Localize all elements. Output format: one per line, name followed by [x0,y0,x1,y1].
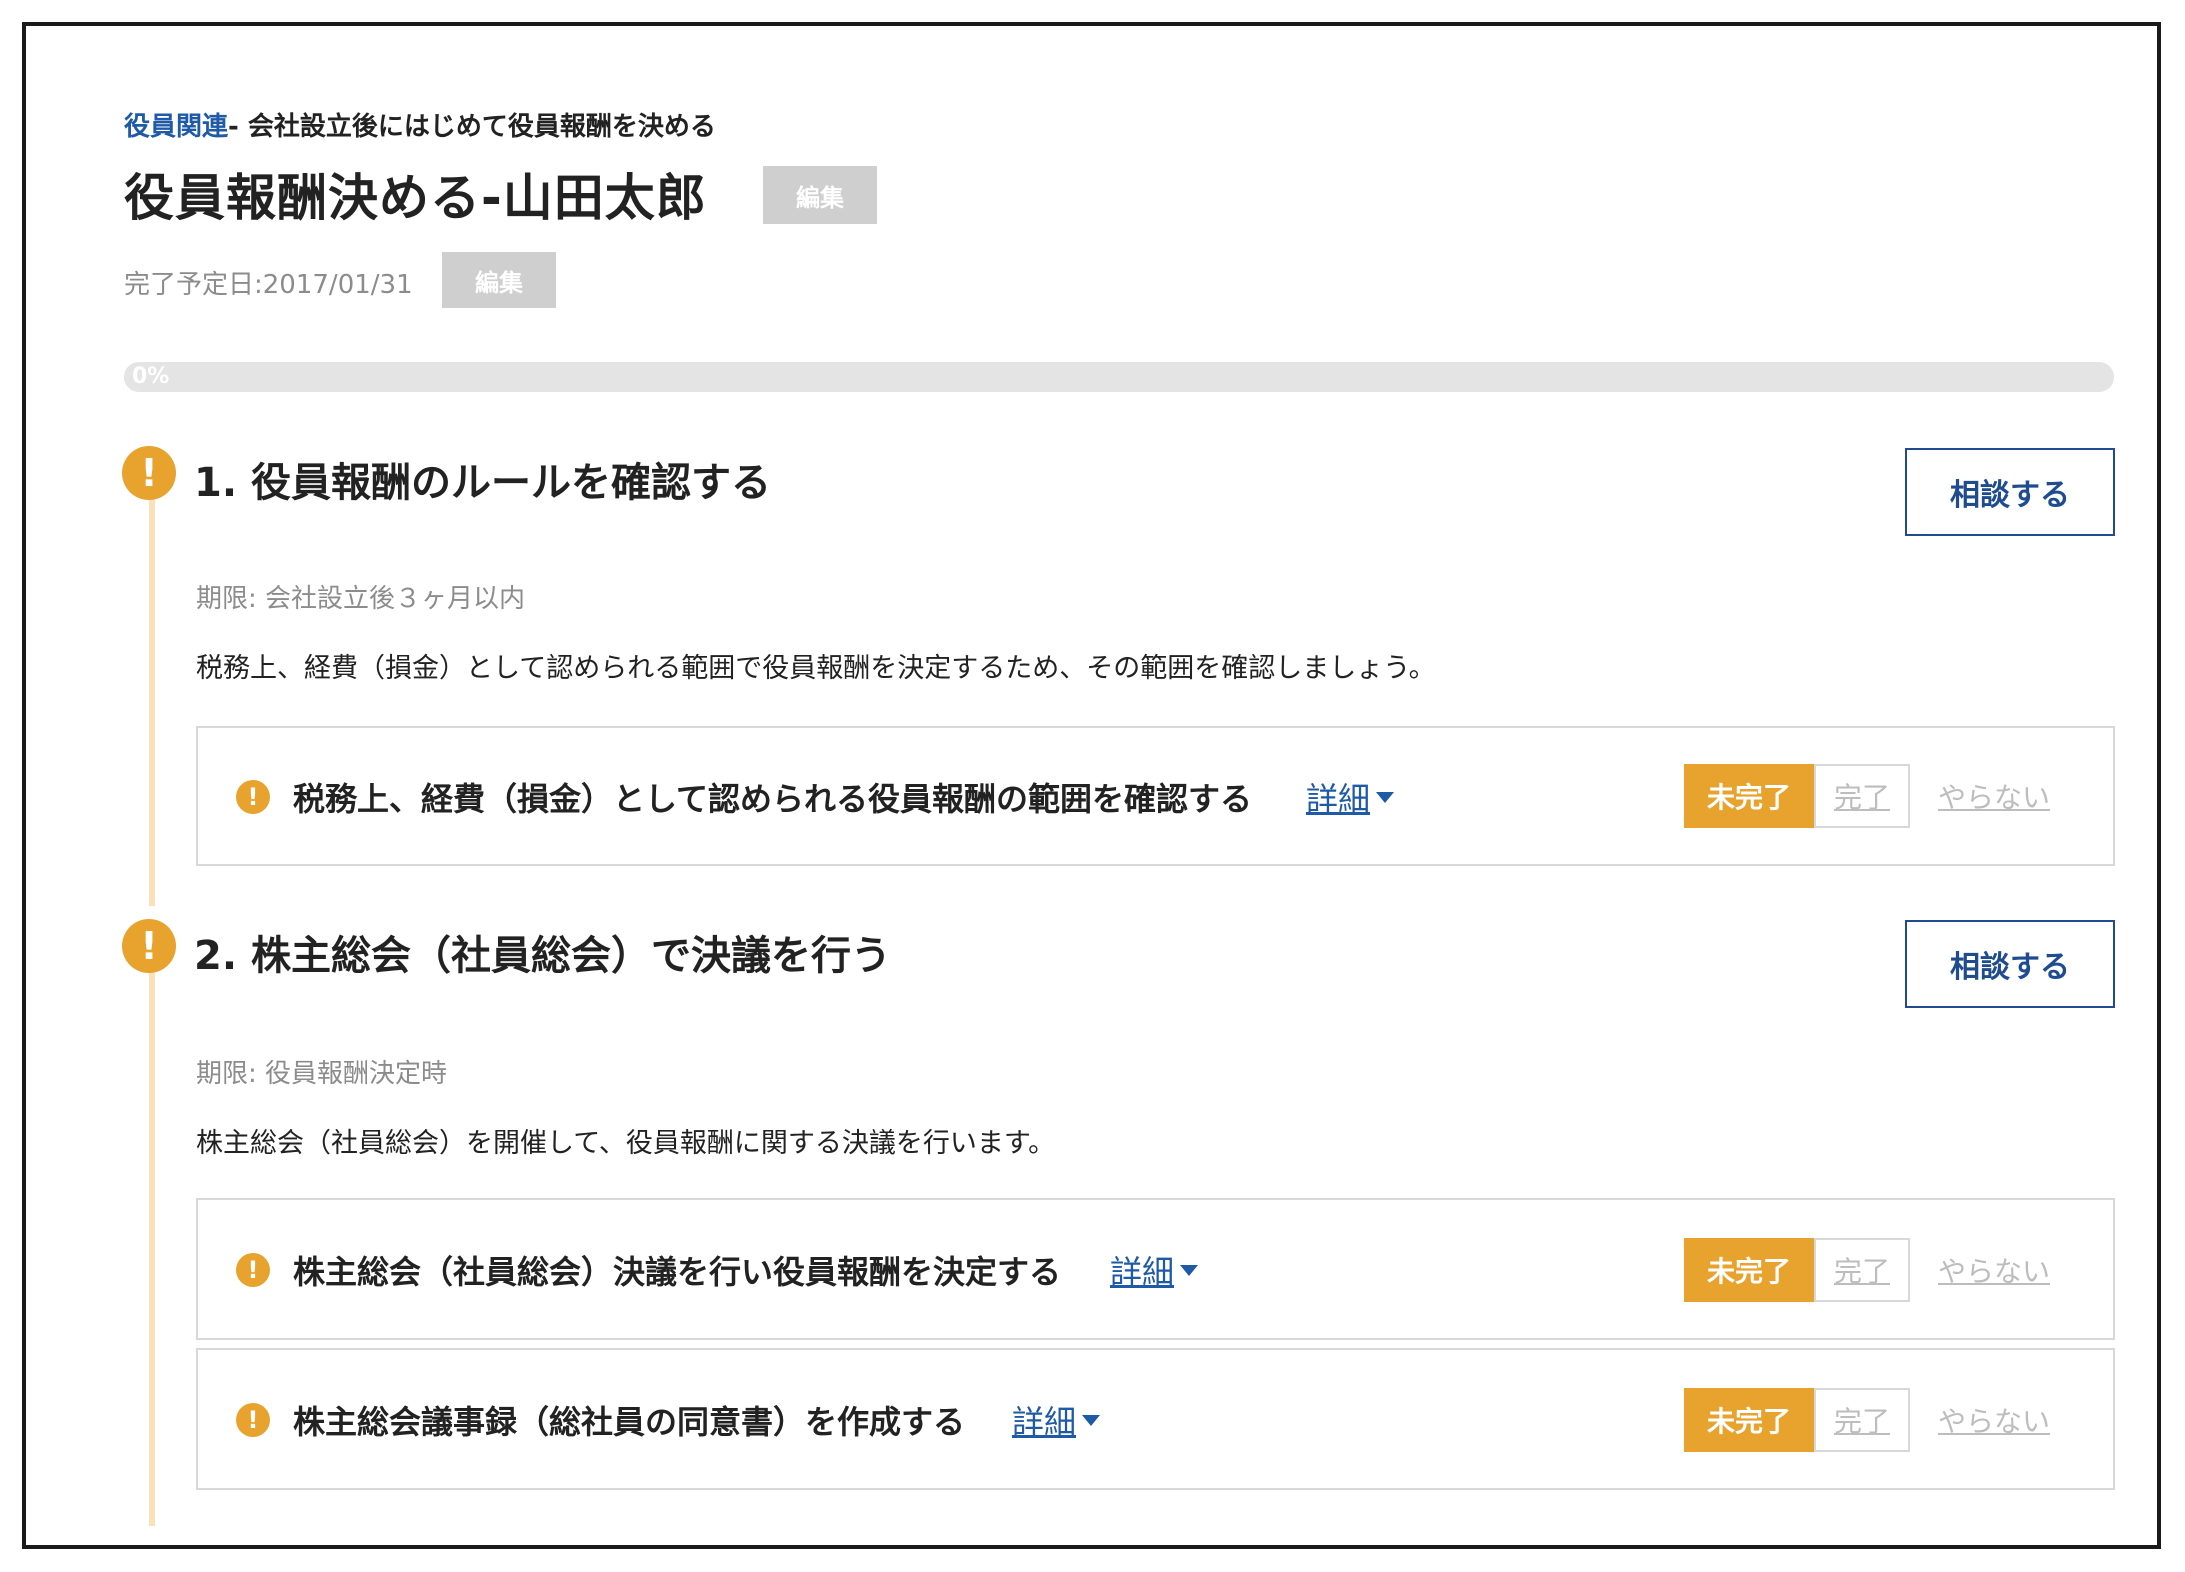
progress-label: 0% [132,364,170,389]
step-1-exclamation-icon: ! [122,446,176,500]
task-exclamation-icon: ! [236,1253,270,1287]
task-card: ! 税務上、経費（損金）として認められる役員報酬の範囲を確認する 詳細 未完了 … [196,726,2115,866]
status-skip-button[interactable]: やらない [1938,764,2050,828]
caret-down-icon[interactable] [1376,792,1394,803]
task-title: 税務上、経費（損金）として認められる役員報酬の範囲を確認する [293,780,1253,818]
task-exclamation-icon: ! [236,1403,270,1437]
task-detail-link[interactable]: 詳細 [1306,774,1370,820]
due-date: 完了予定日:2017/01/31 [124,270,413,300]
step-1-title: 1. 役員報酬のルールを確認する [194,460,771,506]
step-1-consult-button[interactable]: 相談する [1905,448,2115,536]
task-card: ! 株主総会議事録（総社員の同意書）を作成する 詳細 未完了 完了 やらない [196,1348,2115,1490]
breadcrumb: 役員関連- 会社設立後にはじめて役員報酬を決める [124,106,716,143]
step-2-exclamation-icon: ! [122,919,176,973]
step-1-description: 税務上、経費（損金）として認められる範囲で役員報酬を決定するため、その範囲を確認… [196,653,1436,684]
breadcrumb-separator: - [228,112,248,142]
title-edit-button[interactable]: 編集 [763,166,877,224]
step-2-deadline: 期限: 役員報酬決定時 [196,1059,448,1089]
task-frame: 役員関連- 会社設立後にはじめて役員報酬を決める 役員報酬決める-山田太郎 編集… [22,22,2161,1549]
status-skip-button[interactable]: やらない [1938,1388,2050,1452]
status-complete-button[interactable]: 完了 [1814,764,1910,828]
caret-down-icon[interactable] [1082,1415,1100,1426]
task-detail-link[interactable]: 詳細 [1110,1247,1174,1293]
status-skip-button[interactable]: やらない [1938,1238,2050,1302]
task-title: 株主総会議事録（総社員の同意書）を作成する [293,1403,966,1441]
due-date-edit-button[interactable]: 編集 [442,252,556,308]
task-detail-link[interactable]: 詳細 [1012,1397,1076,1443]
status-complete-button[interactable]: 完了 [1814,1388,1910,1452]
breadcrumb-category-link[interactable]: 役員関連 [124,112,228,142]
step-2-consult-button[interactable]: 相談する [1905,920,2115,1008]
step-2-timeline [149,966,155,1526]
status-complete-button[interactable]: 完了 [1814,1238,1910,1302]
step-2-description: 株主総会（社員総会）を開催して、役員報酬に関する決議を行います。 [196,1128,1056,1159]
status-incomplete-button[interactable]: 未完了 [1684,764,1814,828]
task-exclamation-icon: ! [236,780,270,814]
caret-down-icon[interactable] [1180,1265,1198,1276]
step-2-title: 2. 株主総会（社員総会）で決議を行う [194,933,891,979]
page-title: 役員報酬決める-山田太郎 [124,169,707,227]
step-1-timeline [149,496,155,906]
progress-bar: 0% [124,362,2114,392]
step-1-deadline: 期限: 会社設立後３ヶ月以内 [196,584,526,614]
task-title: 株主総会（社員総会）決議を行い役員報酬を決定する [293,1253,1062,1291]
status-incomplete-button[interactable]: 未完了 [1684,1388,1814,1452]
status-incomplete-button[interactable]: 未完了 [1684,1238,1814,1302]
task-card: ! 株主総会（社員総会）決議を行い役員報酬を決定する 詳細 未完了 完了 やらな… [196,1198,2115,1340]
breadcrumb-current: 会社設立後にはじめて役員報酬を決める [247,112,716,142]
